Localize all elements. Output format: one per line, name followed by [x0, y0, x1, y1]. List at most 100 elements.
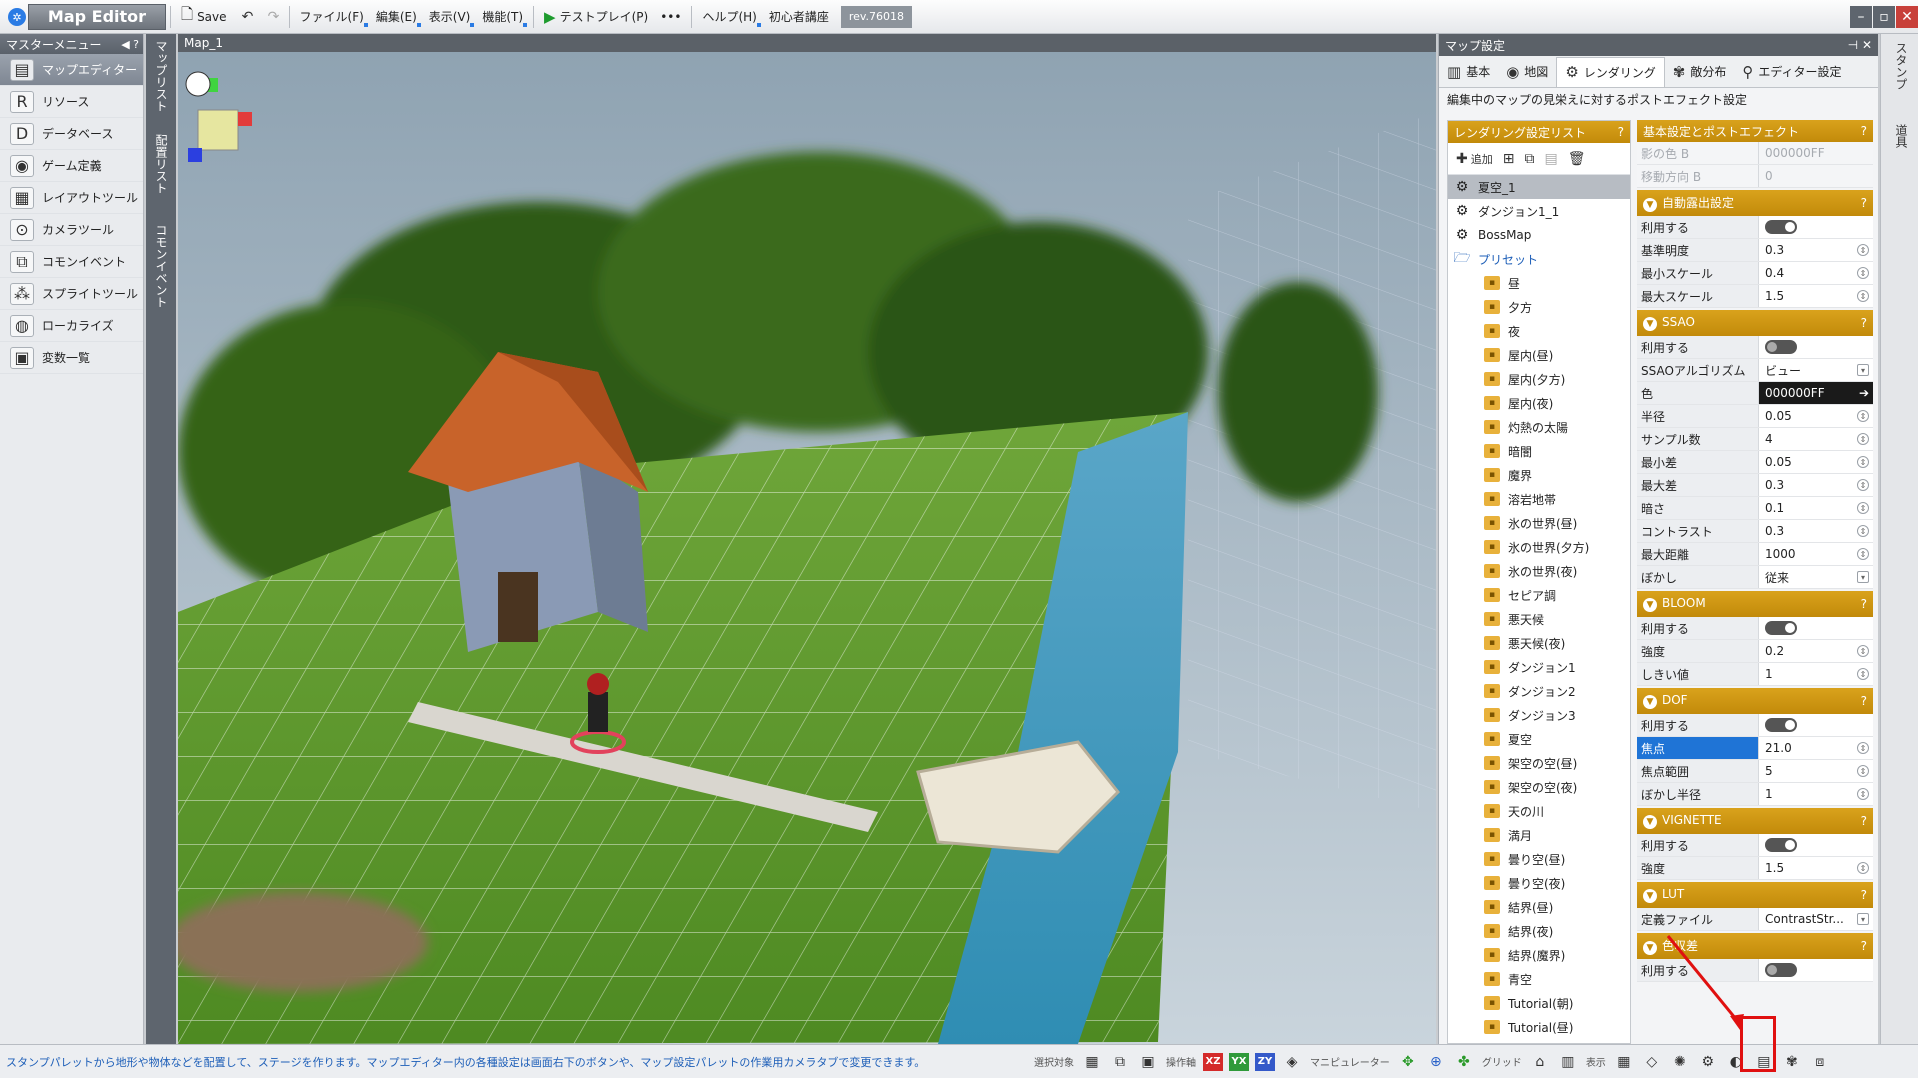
select-tile-button[interactable]: ▦ — [1081, 1051, 1103, 1073]
group-header[interactable]: ▼ BLOOM? — [1637, 591, 1873, 617]
tab-stamp[interactable]: スタンプ — [1893, 42, 1910, 90]
delete-button[interactable]: 🗑 — [1568, 151, 1586, 167]
property-value[interactable] — [1759, 336, 1873, 358]
tab-rendering[interactable]: ⚙ レンダリング — [1556, 56, 1665, 87]
preset-item[interactable]: ▪ 氷の世界(夜) — [1448, 559, 1630, 583]
render-settings-button[interactable]: ⚙ — [1697, 1051, 1719, 1073]
redo-button[interactable]: ↷ — [263, 6, 285, 28]
property-value[interactable]: 従来 ▾ — [1759, 566, 1873, 588]
property-row[interactable]: 強度 1.5 ⇕ — [1637, 857, 1873, 880]
master-menu-item[interactable]: ⊙ カメラツール — [0, 214, 143, 246]
preset-item[interactable]: ▪ 魔界 — [1448, 463, 1630, 487]
spinner-icon[interactable]: ⇕ — [1857, 502, 1869, 514]
tab-editor-settings[interactable]: ⚲ エディター設定 — [1734, 57, 1849, 87]
property-value[interactable]: 1 ⇕ — [1759, 783, 1873, 805]
property-row[interactable]: 利用する — [1637, 216, 1873, 239]
preset-item[interactable]: ▪ ダンジョン2 — [1448, 679, 1630, 703]
help-icon[interactable]: ? — [1861, 597, 1867, 611]
axis-zy-button[interactable]: ZY — [1255, 1052, 1275, 1071]
property-value[interactable]: 0.05 ⇕ — [1759, 405, 1873, 427]
move-button[interactable]: ✥ — [1397, 1051, 1419, 1073]
property-row[interactable]: 焦点範囲 5 ⇕ — [1637, 760, 1873, 783]
property-row[interactable]: 半径 0.05 ⇕ — [1637, 405, 1873, 428]
preset-item[interactable]: ▪ セピア調 — [1448, 583, 1630, 607]
preset-item[interactable]: ▪ Tutorial(朝) — [1448, 991, 1630, 1015]
add-folder-button[interactable]: ⊞ — [1503, 151, 1515, 167]
spinner-icon[interactable]: ⇕ — [1857, 668, 1869, 680]
master-menu-item[interactable]: R リソース — [0, 86, 143, 118]
dropdown-icon[interactable]: ▾ — [1857, 913, 1869, 925]
property-value[interactable]: ContrastStr... ▾ — [1759, 908, 1873, 930]
preset-item[interactable]: ▪ 溶岩地帯 — [1448, 487, 1630, 511]
close-button[interactable]: ✕ — [1896, 5, 1918, 28]
property-value[interactable]: 1000 ⇕ — [1759, 543, 1873, 565]
property-value[interactable]: 0.05 ⇕ — [1759, 451, 1873, 473]
help-icon[interactable]: ? — [1861, 814, 1867, 828]
group-header[interactable]: ▼ 自動露出設定? — [1637, 190, 1873, 216]
property-value[interactable]: 1.5 ⇕ — [1759, 857, 1873, 879]
preset-item[interactable]: ▪ 架空の空(夜) — [1448, 775, 1630, 799]
property-row[interactable]: 焦点 21.0 ⇕ — [1637, 737, 1873, 760]
undo-button[interactable]: ↶ — [237, 6, 259, 28]
preset-item[interactable]: ▪ 結界(夜) — [1448, 919, 1630, 943]
preset-item[interactable]: ▪ 屋内(夜) — [1448, 391, 1630, 415]
display-grid-button[interactable]: ▦ — [1613, 1051, 1635, 1073]
preset-item[interactable]: ▪ 曇り空(夜) — [1448, 871, 1630, 895]
grid-toggle[interactable]: ⌂ — [1529, 1051, 1551, 1073]
select-object-button[interactable]: ⧉ — [1109, 1051, 1131, 1073]
preset-item[interactable]: ▪ 氷の世界(夕方) — [1448, 535, 1630, 559]
property-value[interactable]: 0.3 ⇕ — [1759, 520, 1873, 542]
property-value[interactable] — [1759, 617, 1873, 639]
property-row[interactable]: コントラスト 0.3 ⇕ — [1637, 520, 1873, 543]
axis-yx-button[interactable]: YX — [1229, 1052, 1249, 1071]
export-button[interactable]: ⧈ — [1809, 1051, 1831, 1073]
select-all-button[interactable]: ▣ — [1137, 1051, 1159, 1073]
preset-item[interactable]: ▪ ダンジョン1 — [1448, 655, 1630, 679]
tab-map[interactable]: ◉ 地図 — [1498, 57, 1556, 87]
menu-file[interactable]: ファイル(F) — [294, 4, 370, 30]
display-box-button[interactable]: ◇ — [1641, 1051, 1663, 1073]
group-header[interactable]: ▼ VIGNETTE? — [1637, 808, 1873, 834]
menu-view[interactable]: 表示(V) — [423, 4, 477, 30]
map-3d-viewport[interactable] — [178, 52, 1436, 1044]
group-header[interactable]: ▼ SSAO? — [1637, 310, 1873, 336]
preset-item[interactable]: ▪ 夕方 — [1448, 295, 1630, 319]
dropdown-icon[interactable]: ▾ — [1857, 364, 1869, 376]
property-row[interactable]: 移動方向 B 0 — [1637, 165, 1873, 188]
spinner-icon[interactable]: ⇕ — [1857, 788, 1869, 800]
preset-item[interactable]: ▪ 夏空 — [1448, 727, 1630, 751]
preset-folder[interactable]: 🗁 プリセット — [1448, 247, 1630, 271]
property-row[interactable]: 定義ファイル ContrastStr... ▾ — [1637, 908, 1873, 931]
property-value[interactable]: 5 ⇕ — [1759, 760, 1873, 782]
property-value[interactable]: 0.2 ⇕ — [1759, 640, 1873, 662]
property-row[interactable]: 利用する — [1637, 336, 1873, 359]
master-menu-item[interactable]: ◍ ローカライズ — [0, 310, 143, 342]
preset-item[interactable]: ▪ Tutorial(昼) — [1448, 1015, 1630, 1039]
toggle-off[interactable] — [1765, 963, 1797, 977]
tutorial-button[interactable]: 初心者講座 — [763, 4, 835, 30]
property-row[interactable]: 利用する — [1637, 714, 1873, 737]
property-row[interactable]: 暗さ 0.1 ⇕ — [1637, 497, 1873, 520]
save-button[interactable]: 🗋 Save — [175, 4, 233, 30]
enemy-button[interactable]: ✾ — [1781, 1051, 1803, 1073]
preset-item[interactable]: ▪ 夜 — [1448, 319, 1630, 343]
preset-item[interactable]: ▪ 青空 — [1448, 967, 1630, 991]
axis-xz-button[interactable]: XZ — [1203, 1052, 1223, 1071]
property-value[interactable] — [1759, 959, 1873, 981]
spinner-icon[interactable]: ⇕ — [1857, 548, 1869, 560]
pin-close-icon[interactable]: ⊣ ✕ — [1848, 38, 1872, 52]
property-row[interactable]: 強度 0.2 ⇕ — [1637, 640, 1873, 663]
master-menu-item[interactable]: ⁂ スプライトツール — [0, 278, 143, 310]
preset-item[interactable]: ▪ 屋内(昼) — [1448, 343, 1630, 367]
property-value[interactable]: 1.5 ⇕ — [1759, 285, 1873, 307]
master-menu-item[interactable]: ◉ ゲーム定義 — [0, 150, 143, 182]
tab-placement-list[interactable]: 配置リスト — [153, 134, 170, 194]
property-row[interactable]: 最大差 0.3 ⇕ — [1637, 474, 1873, 497]
list-item[interactable]: ⚙ ダンジョン1_1 — [1448, 199, 1630, 223]
help-icon[interactable]: ? — [1861, 939, 1867, 953]
property-value[interactable] — [1759, 216, 1873, 238]
property-value[interactable]: 4 ⇕ — [1759, 428, 1873, 450]
tab-tools[interactable]: 道具 — [1893, 124, 1910, 148]
preset-item[interactable]: ▪ 氷の世界(昼) — [1448, 511, 1630, 535]
help-icon[interactable]: ? — [1861, 694, 1867, 708]
